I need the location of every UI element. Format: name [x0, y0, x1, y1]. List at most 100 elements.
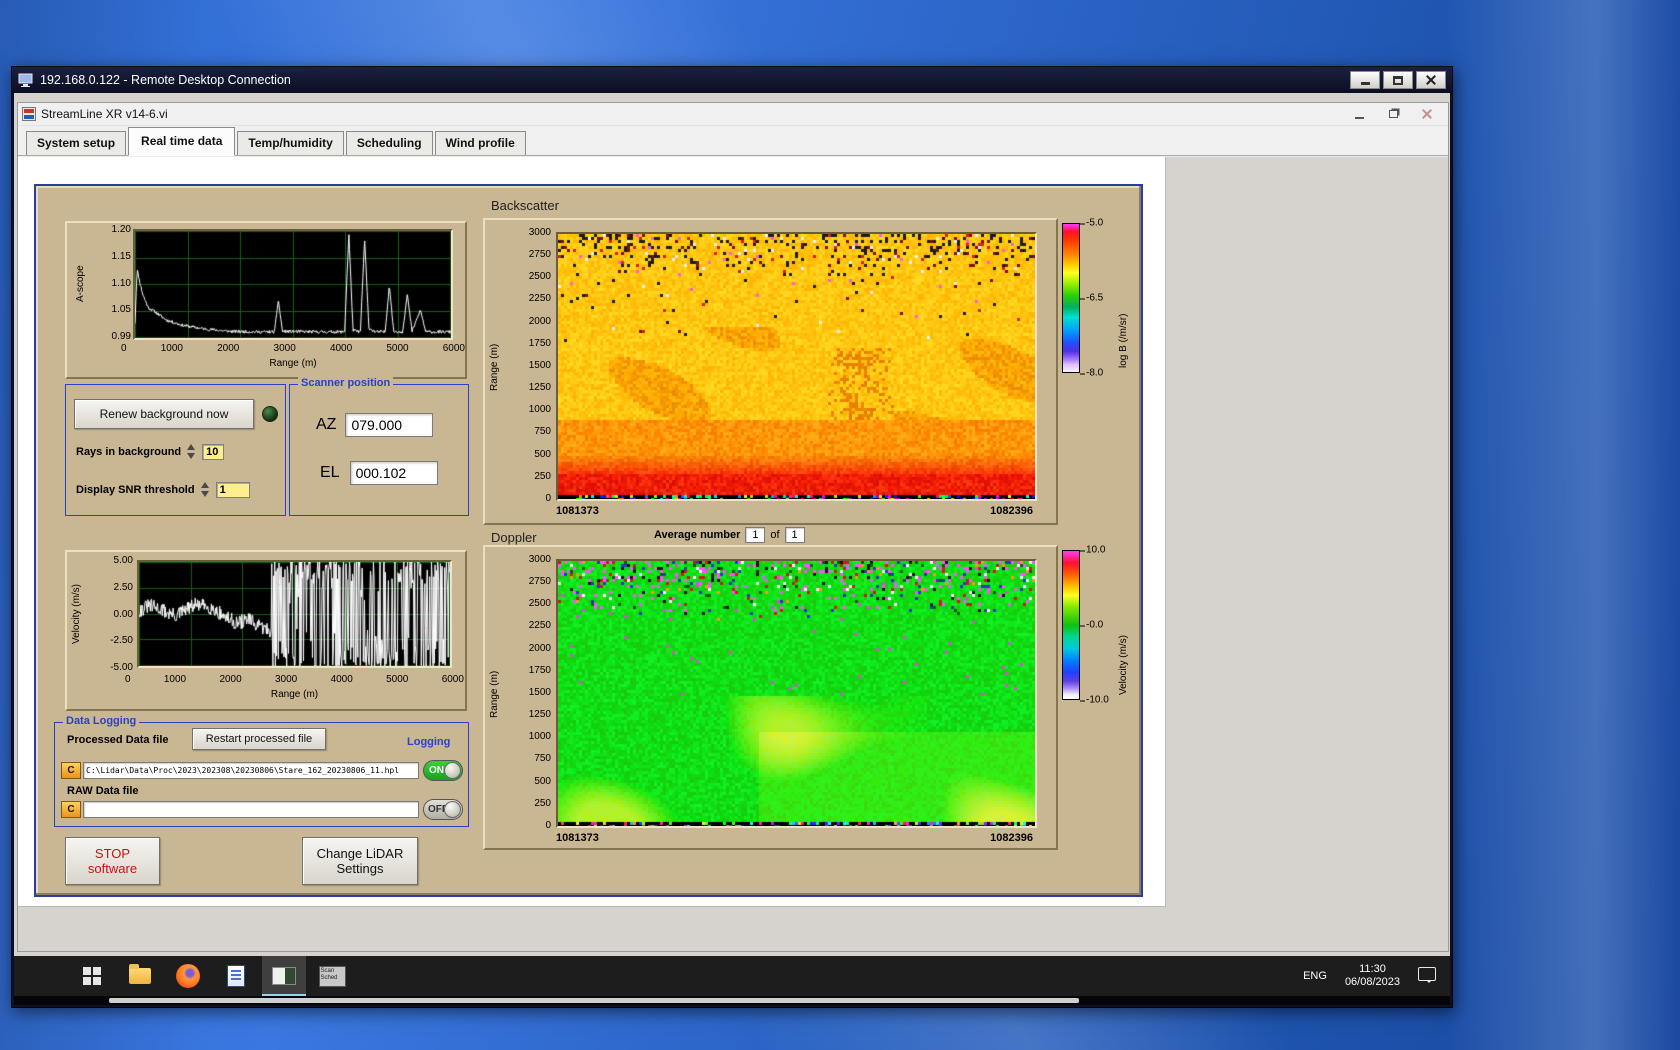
el-value-field[interactable]: 000.102 — [349, 461, 438, 485]
rdp-minimize-button[interactable] — [1350, 71, 1380, 89]
rdp-maximize-button[interactable] — [1383, 71, 1413, 89]
doppler-plot-group: Range (m) 3000 2750 2500 2250 2000 1750 1500 12… — [483, 545, 1058, 850]
az-value-field[interactable]: 079.000 — [345, 413, 434, 437]
restart-processed-file-button[interactable]: Restart processed file — [192, 728, 326, 750]
velocity-x-axis-label: Range (m) — [270, 689, 319, 700]
velocity-canvas — [139, 562, 450, 666]
firefox-icon — [176, 964, 200, 988]
raw-file-browse-button[interactable]: C — [61, 801, 81, 818]
app-close-button[interactable] — [1410, 103, 1444, 125]
language-indicator[interactable]: ENG — [1303, 970, 1327, 982]
rays-in-background-label: Rays in background — [76, 445, 182, 458]
drive-letter: C — [67, 765, 75, 776]
velocity-y-ticks: 5.00 2.50 0.00 -2.50 -5.00 — [110, 555, 133, 673]
rdp-horizontal-scrollbar[interactable] — [109, 998, 1079, 1003]
tab-wind-profile[interactable]: Wind profile — [434, 131, 526, 155]
backscatter-colorbar: -5.0 -6.5 -8.0 log B (/m/sr) — [1062, 218, 1148, 379]
background-controls-group: Renew background now Rays in background … — [65, 384, 286, 516]
ascope-y-axis-label: A-scope — [75, 265, 86, 302]
toggle-knob-icon — [444, 762, 461, 779]
tab-temp-humidity[interactable]: Temp/humidity — [237, 131, 344, 155]
average-number-field[interactable]: 1 — [745, 527, 766, 543]
streamline-taskbar-button[interactable] — [262, 956, 306, 996]
processed-logging-toggle[interactable]: ON — [423, 760, 463, 781]
minimize-icon — [1354, 117, 1364, 119]
app-titlebar[interactable]: StreamLine XR v14-6.vi — [18, 103, 1448, 126]
document-icon — [227, 965, 245, 987]
start-button[interactable] — [70, 956, 114, 996]
rays-spinner[interactable] — [186, 443, 197, 460]
ascope-canvas — [135, 231, 451, 338]
snr-value-field[interactable]: 1 — [215, 481, 250, 498]
clock-date: 06/08/2023 — [1344, 976, 1400, 988]
colorbar-gradient — [1062, 223, 1080, 373]
ascope-x-axis-label: Range (m) — [269, 358, 317, 369]
rdp-client-area: StreamLine XR v14-6.vi System setup Real… — [14, 93, 1450, 1005]
rdp-scrollbar-track — [14, 996, 1450, 1005]
processed-data-file-label: Processed Data file — [67, 734, 169, 746]
velocity-plot-group: Velocity (m/s) 5.00 2.50 0.00 -2.50 -5.00 01… — [65, 550, 467, 711]
remote-desktop-icon — [18, 73, 33, 87]
colorbar-tick: -10.0 — [1080, 694, 1109, 706]
app-content: A-scope 1.20 1.15 1.10 1.05 0.99 0 1000 2000 30… — [18, 157, 1448, 951]
stop-software-button[interactable]: STOP software — [65, 837, 160, 885]
remote-taskbar: Scan Sched ENG 11:30 06/08/2023 — [14, 956, 1450, 996]
clock-time: 11:30 — [1359, 963, 1386, 975]
doppler-colorbar-label: Velocity (m/s) — [1118, 634, 1129, 695]
colorbar-tick: -6.5 — [1079, 292, 1104, 304]
el-label: EL — [320, 464, 340, 481]
raw-data-file-label: RAW Data file — [67, 785, 139, 797]
scanner-position-title: Scanner position — [298, 377, 394, 389]
folder-icon — [129, 964, 151, 984]
increment-icon[interactable] — [200, 482, 209, 488]
decrement-icon[interactable] — [187, 453, 196, 459]
backscatter-heading: Backscatter — [491, 198, 559, 213]
drive-letter: C — [67, 804, 75, 815]
file-explorer-button[interactable] — [118, 956, 162, 996]
velocity-y-axis-label: Velocity (m/s) — [71, 584, 82, 645]
rdp-window-title: 192.168.0.122 - Remote Desktop Connectio… — [40, 73, 291, 87]
az-label: AZ — [316, 416, 337, 433]
colorbar-tick: -5.0 — [1079, 217, 1104, 229]
backscatter-canvas — [558, 234, 1035, 499]
document-app-button[interactable] — [214, 956, 258, 996]
raw-logging-toggle[interactable]: OFF — [423, 799, 463, 820]
backscatter-time-start: 1081373 — [556, 505, 599, 517]
backscatter-plot — [556, 232, 1037, 501]
taskbar-clock[interactable]: 11:30 06/08/2023 — [1345, 963, 1400, 989]
app-restore-button[interactable] — [1376, 103, 1410, 125]
processed-file-path-field[interactable]: C:\Lidar\Data\Proc\2023\202308\20230806\… — [83, 762, 419, 779]
tab-system-setup[interactable]: System setup — [26, 131, 127, 155]
renew-background-button[interactable]: Renew background now — [74, 399, 254, 429]
desktop-background: 192.168.0.122 - Remote Desktop Connectio… — [0, 0, 1680, 1050]
tab-page-background: A-scope 1.20 1.15 1.10 1.05 0.99 0 1000 2000 30… — [18, 157, 1166, 907]
action-center-icon[interactable] — [1418, 967, 1436, 983]
rays-value-field[interactable]: 10 — [202, 443, 225, 460]
renew-status-led — [262, 406, 278, 422]
ascope-y-ticks: 1.20 1.15 1.10 1.05 0.99 — [111, 224, 131, 342]
firefox-button[interactable] — [166, 956, 210, 996]
increment-icon[interactable] — [187, 444, 196, 450]
change-lidar-settings-button[interactable]: Change LiDAR Settings — [302, 837, 418, 885]
tab-scheduling[interactable]: Scheduling — [345, 131, 433, 155]
raw-file-path-field[interactable] — [83, 801, 419, 818]
toggle-on-label: ON — [429, 765, 444, 776]
scan-scheduler-button[interactable]: Scan Sched — [310, 956, 354, 996]
scan-scheduler-label: Scan Sched — [320, 967, 338, 981]
velocity-plot — [137, 560, 452, 668]
rdp-titlebar[interactable]: 192.168.0.122 - Remote Desktop Connectio… — [12, 67, 1452, 93]
backscatter-plot-group: Range (m) 3000 2750 2500 2250 2000 1750 1500 12… — [483, 218, 1058, 525]
velocity-x-ticks: 0 1000 2000 3000 4000 5000 6000 — [125, 674, 464, 685]
doppler-time-start: 1081373 — [556, 832, 599, 844]
rdp-close-button[interactable] — [1416, 71, 1446, 89]
app-minimize-button[interactable] — [1342, 103, 1376, 125]
snr-spinner[interactable] — [200, 481, 211, 498]
average-total-field[interactable]: 1 — [784, 527, 805, 543]
decrement-icon[interactable] — [200, 491, 209, 497]
processed-file-browse-button[interactable]: C — [61, 762, 81, 779]
average-number-controls: Average number 1 of 1 — [654, 527, 805, 543]
tab-real-time-data[interactable]: Real time data — [128, 127, 236, 156]
snr-threshold-label: Display SNR threshold — [76, 483, 195, 496]
doppler-plot — [556, 559, 1037, 828]
scan-scheduler-icon: Scan Sched — [318, 965, 346, 987]
